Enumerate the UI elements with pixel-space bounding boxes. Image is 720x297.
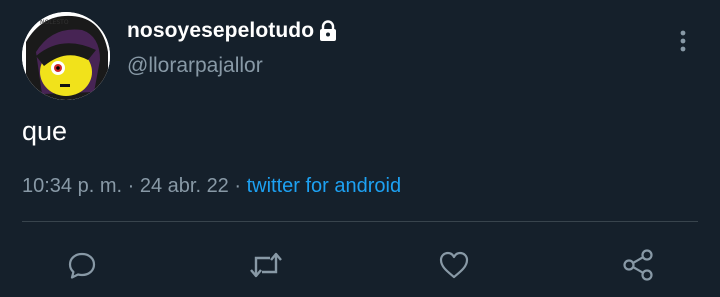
like-button[interactable]	[436, 247, 472, 283]
more-vertical-icon[interactable]	[672, 26, 694, 56]
retweet-button[interactable]	[248, 247, 284, 283]
tweet-text: que	[22, 116, 68, 146]
tweet-source-link[interactable]: twitter for android	[247, 175, 402, 197]
author-name-row[interactable]: nosoyesepelotudo	[127, 15, 337, 47]
avatar-logo-text: NOLESTO	[40, 19, 69, 26]
tweet-date: 24 abr. 22	[139, 175, 229, 197]
retweet-icon	[250, 252, 282, 278]
lock-icon	[319, 20, 337, 42]
tweet-time: 10:34 p. m.	[22, 175, 123, 197]
avatar-image: NOLESTO	[22, 12, 110, 100]
tweet-detail: NOLESTO nosoyesepelotudo @llorarpajallor…	[0, 0, 720, 297]
meta-separator: ·	[228, 175, 247, 197]
display-name[interactable]: nosoyesepelotudo	[127, 19, 314, 43]
share-button[interactable]	[620, 247, 656, 283]
author-handle[interactable]: @llorarpajallor	[127, 54, 263, 78]
tweet-meta: 10:34 p. m. · 24 abr. 22 · twitter for a…	[22, 175, 401, 198]
heart-icon	[439, 251, 469, 279]
meta-separator: ·	[122, 175, 140, 197]
reply-bubble-icon	[68, 252, 96, 279]
reply-button[interactable]	[64, 247, 100, 283]
divider	[22, 221, 698, 222]
share-icon	[623, 249, 653, 281]
avatar[interactable]: NOLESTO	[22, 12, 110, 100]
